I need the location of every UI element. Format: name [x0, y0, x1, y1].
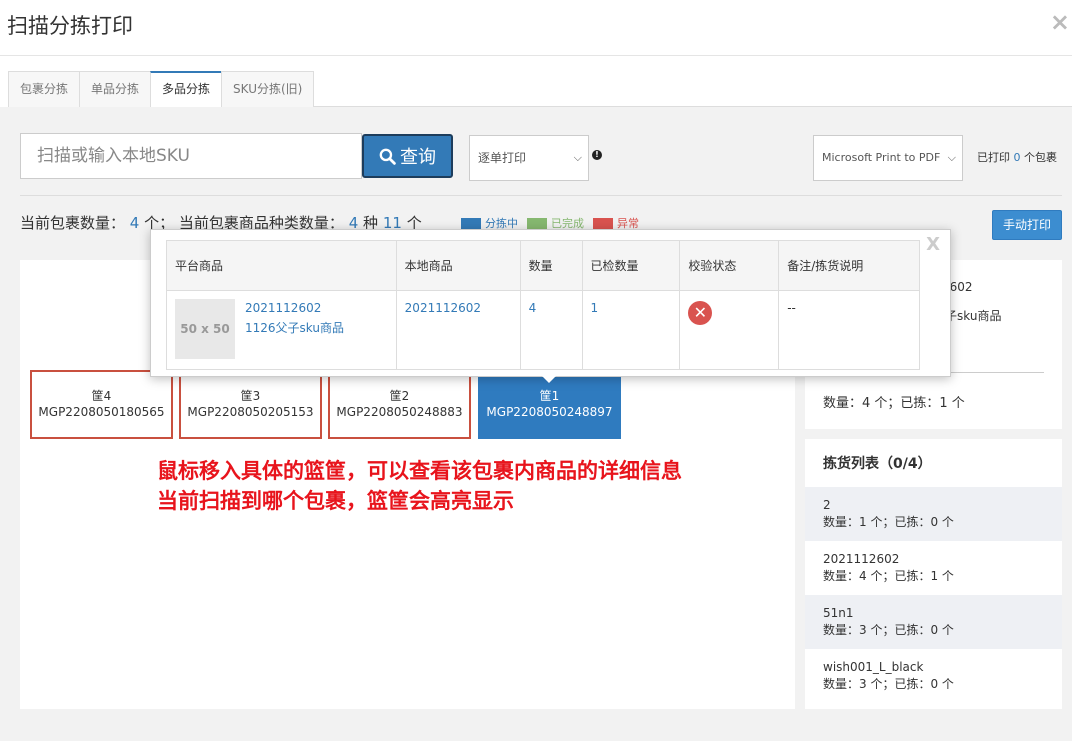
close-icon[interactable]: ×: [1050, 8, 1070, 36]
print-mode-value: 逐单打印: [478, 151, 527, 165]
manual-print-button[interactable]: 手动打印: [992, 210, 1062, 240]
annotation-line-2: 当前扫描到哪个包裹，篮筐会高亮显示: [157, 489, 514, 513]
tab-single-sort[interactable]: 单品分拣: [79, 71, 152, 107]
cell-note: --: [778, 290, 920, 370]
th-note: 备注/拣货说明: [778, 240, 920, 291]
local-sku-link[interactable]: 2021112602: [405, 301, 481, 315]
legend-swatch: [461, 217, 481, 229]
table-header-row: 平台商品 本地商品 数量 已检数量 校验状态 备注/拣货说明: [166, 240, 920, 291]
basket-name: 筐2: [389, 389, 410, 403]
list-item[interactable]: 2 数量：1 个；已拣：0 个: [805, 487, 1062, 541]
pick-item-sku: 2: [823, 498, 831, 512]
basket-name: 筐3: [240, 389, 261, 403]
printed-suffix: 个包裹: [1024, 151, 1057, 164]
summary-text: 数量：4 个；已拣：1 个: [823, 396, 965, 411]
pick-item-detail: 数量：4 个；已拣：1 个: [823, 569, 954, 583]
toolbar-divider: [20, 195, 1062, 196]
current-item-summary: 数量：4 个；已拣：1 个: [805, 372, 1062, 429]
basket-detail-popup: X 平台商品 本地商品 数量 已检数量 校验状态 备注/拣货说明 50 x 50…: [150, 229, 951, 377]
printer-select[interactable]: Microsoft Print to PDF ⌵: [813, 135, 963, 181]
list-item[interactable]: wish001_L_black 数量：3 个；已拣：0 个: [805, 649, 1062, 703]
info-icon[interactable]: !: [592, 150, 602, 160]
legend-swatch: [593, 217, 613, 229]
red-annotation: 鼠标移入具体的篮筐，可以查看该包裹内商品的详细信息 当前扫描到哪个包裹，篮筐会高…: [157, 456, 682, 516]
basket-code: MGP2208050248897: [486, 405, 613, 419]
modal-title: 扫描分拣打印: [7, 14, 133, 38]
cell-status: ✕: [679, 290, 780, 370]
printed-prefix: 已打印: [977, 151, 1010, 164]
th-local-item: 本地商品: [395, 240, 521, 291]
basket-code: MGP2208050248883: [336, 405, 463, 419]
product-thumbnail: 50 x 50: [175, 299, 235, 359]
search-icon: [379, 148, 396, 165]
th-platform-item: 平台商品: [166, 240, 397, 291]
popup-pointer: [542, 376, 556, 383]
cell-qty: 4: [519, 290, 583, 370]
note-value: --: [787, 301, 796, 315]
tab-multi-sort[interactable]: 多品分拣: [150, 71, 223, 108]
basket-name: 筐1: [539, 389, 560, 403]
list-item[interactable]: 2021112602 数量：4 个；已拣：1 个: [805, 541, 1062, 595]
th-status: 校验状态: [679, 240, 780, 291]
cell-local-item: 2021112602: [395, 290, 521, 370]
basket-name: 筐4: [91, 389, 112, 403]
table-row: 50 x 50 2021112602 1126父子sku商品 202111260…: [166, 290, 920, 370]
basket-4[interactable]: 筐4 MGP2208050180565: [30, 370, 173, 439]
basket-2[interactable]: 筐2 MGP2208050248883: [328, 370, 471, 439]
th-checked: 已检数量: [581, 240, 681, 291]
cell-checked: 1: [581, 290, 681, 370]
tab-bar: 包裹分拣 单品分拣 多品分拣 SKU分拣(旧): [8, 71, 1072, 108]
stats-package-count: 4: [129, 214, 140, 232]
picklist-panel: 拣货列表（0/4） 2 数量：1 个；已拣：0 个 2021112602 数量：…: [805, 439, 1062, 709]
printer-value: Microsoft Print to PDF: [822, 151, 941, 164]
picklist-title: 拣货列表（0/4）: [823, 456, 932, 472]
th-qty: 数量: [519, 240, 583, 291]
search-button-label: 查询: [400, 147, 436, 168]
basket-code: MGP2208050180565: [38, 405, 165, 419]
chevron-down-icon: ⌵: [947, 151, 956, 164]
close-icon[interactable]: X: [926, 234, 940, 255]
basket-3[interactable]: 筐3 MGP2208050205153: [179, 370, 322, 439]
search-input[interactable]: 扫描或输入本地SKU: [20, 133, 362, 179]
annotation-line-1: 鼠标移入具体的篮筐，可以查看该包裹内商品的详细信息: [157, 459, 682, 483]
header-divider: [0, 55, 1072, 56]
printed-count: 已打印 0 个包裹: [977, 149, 1057, 165]
pick-item-sku: 2021112602: [823, 552, 900, 566]
print-mode-select[interactable]: 逐单打印 ⌵: [469, 135, 589, 181]
search-button[interactable]: 查询: [362, 134, 453, 178]
tab-sku-sort-old[interactable]: SKU分拣(旧): [221, 71, 315, 107]
stats-count-label: 当前包裹数量：: [20, 214, 126, 232]
pick-item-sku: wish001_L_black: [823, 660, 924, 674]
detail-table: 平台商品 本地商品 数量 已检数量 校验状态 备注/拣货说明 50 x 50 2…: [166, 240, 920, 370]
list-item[interactable]: 51n1 数量：3 个；已拣：0 个: [805, 595, 1062, 649]
tab-package-sort[interactable]: 包裹分拣: [8, 71, 81, 107]
chevron-down-icon: ⌵: [573, 151, 582, 164]
cell-platform-item: 50 x 50 2021112602 1126父子sku商品: [166, 290, 397, 370]
checked-value: 1: [590, 301, 599, 315]
qty-value: 4: [528, 301, 537, 315]
printed-count-value: 0: [1013, 151, 1021, 164]
pick-item-detail: 数量：3 个；已拣：0 个: [823, 623, 954, 637]
pick-item-sku: 51n1: [823, 606, 854, 620]
current-item-name: 子sku商品: [945, 309, 1002, 323]
legend-swatch: [527, 217, 547, 229]
error-icon: ✕: [688, 301, 713, 325]
pick-item-detail: 数量：3 个；已拣：0 个: [823, 677, 954, 691]
pick-item-detail: 数量：1 个；已拣：0 个: [823, 515, 954, 529]
basket-code: MGP2208050205153: [187, 405, 314, 419]
